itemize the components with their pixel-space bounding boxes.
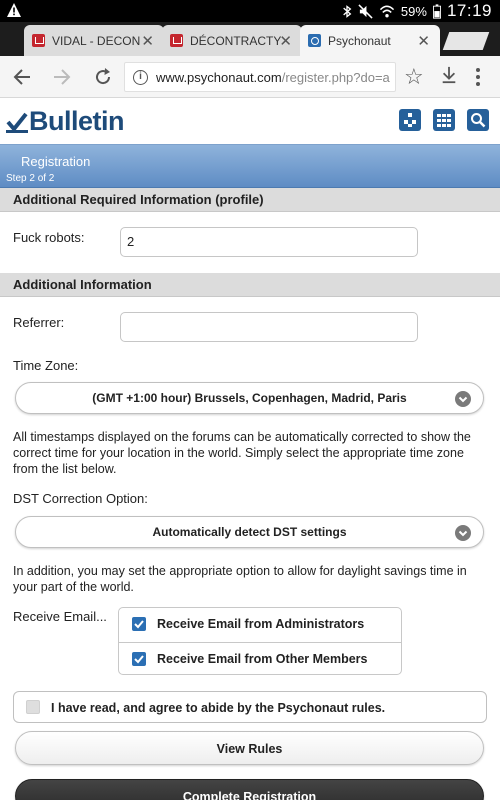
referrer-input[interactable] xyxy=(120,312,418,342)
checkbox-unchecked-icon[interactable] xyxy=(26,700,40,714)
check-logo-icon xyxy=(6,112,28,133)
browser-tab-decontracty[interactable]: DÉCONTRACTY ✕ xyxy=(162,25,302,56)
section-header-additional: Additional Information xyxy=(0,273,500,297)
battery-icon xyxy=(432,3,441,19)
browser-tab-psychonaut[interactable]: Psychonaut ✕ xyxy=(300,25,440,56)
bluetooth-icon xyxy=(343,4,352,18)
status-bar: 59% 17:19 xyxy=(0,0,500,22)
clock: 17:19 xyxy=(446,1,492,20)
email-members-label: Receive Email from Other Members xyxy=(157,652,368,666)
chevron-down-icon xyxy=(455,391,471,407)
psychonaut-favicon-icon xyxy=(308,34,321,47)
vidal-favicon-icon xyxy=(32,34,45,47)
url-host: www.psychonaut.com xyxy=(156,69,282,85)
reload-icon[interactable] xyxy=(93,67,113,87)
browser-tab-vidal[interactable]: VIDAL - DECON ✕ xyxy=(24,25,164,56)
grid-menu-icon[interactable] xyxy=(433,109,455,131)
address-bar[interactable]: i www.psychonaut.com/register.php?do=a xyxy=(124,62,396,92)
referrer-label: Referrer: xyxy=(13,315,65,330)
navigation-icon[interactable] xyxy=(399,109,421,131)
agree-rules-label: I have read, and agree to abide by the P… xyxy=(51,701,386,715)
timezone-label: Time Zone: xyxy=(13,358,79,373)
dst-label: DST Correction Option: xyxy=(13,491,148,506)
site-info-icon[interactable]: i xyxy=(133,69,148,85)
bookmark-star-icon[interactable]: ☆ xyxy=(404,64,424,90)
close-icon[interactable]: ✕ xyxy=(279,32,292,50)
new-tab-button[interactable] xyxy=(442,32,490,50)
email-label: Receive Email... xyxy=(13,609,107,624)
chevron-down-icon xyxy=(455,525,471,541)
tab-strip: VIDAL - DECON ✕ DÉCONTRACTY ✕ Psychonaut… xyxy=(0,22,500,56)
dst-select[interactable]: Automatically detect DST settings xyxy=(15,516,484,548)
download-icon[interactable] xyxy=(440,64,458,86)
view-rules-button[interactable]: View Rules xyxy=(15,731,484,765)
close-icon[interactable]: ✕ xyxy=(141,32,154,50)
timezone-select[interactable]: (GMT +1:00 hour) Brussels, Copenhagen, M… xyxy=(15,382,484,414)
battery-percent: 59% xyxy=(400,3,427,19)
complete-registration-button[interactable]: Complete Registration xyxy=(15,779,484,800)
tab-title: VIDAL - DECON xyxy=(52,33,141,48)
overflow-menu-icon[interactable] xyxy=(476,68,480,89)
section-header-required: Additional Required Information (profile… xyxy=(0,188,500,212)
tab-title: DÉCONTRACTY xyxy=(190,33,282,48)
close-icon[interactable]: ✕ xyxy=(417,32,430,50)
robots-label: Fuck robots: xyxy=(13,230,85,245)
page-title: Registration xyxy=(21,154,91,169)
url-path: /register.php?do=a xyxy=(281,69,390,85)
mute-icon xyxy=(358,3,373,19)
email-options-group: Receive Email from Administrators Receiv… xyxy=(118,607,402,675)
dst-value: Automatically detect DST settings xyxy=(152,525,347,539)
email-members-option[interactable]: Receive Email from Other Members xyxy=(119,642,401,675)
search-icon[interactable] xyxy=(467,109,489,131)
robots-input[interactable]: 2 xyxy=(120,227,418,257)
site-header: Bulletin xyxy=(0,98,500,144)
registration-banner: Registration Step 2 of 2 xyxy=(0,144,500,188)
browser-toolbar: i www.psychonaut.com/register.php?do=a ☆ xyxy=(0,56,500,98)
checkbox-checked-icon[interactable] xyxy=(132,652,146,666)
agree-rules-option[interactable]: I have read, and agree to abide by the P… xyxy=(13,691,487,723)
warning-icon xyxy=(7,3,21,17)
wifi-icon xyxy=(379,5,395,17)
vbulletin-logo[interactable]: Bulletin xyxy=(6,106,125,137)
email-admin-option[interactable]: Receive Email from Administrators xyxy=(119,608,401,641)
step-indicator: Step 2 of 2 xyxy=(6,173,55,184)
tab-title: Psychonaut xyxy=(328,33,391,48)
timezone-help-text: All timestamps displayed on the forums c… xyxy=(13,430,471,476)
back-arrow-icon[interactable] xyxy=(12,67,32,87)
vidal-favicon-icon xyxy=(170,34,183,47)
forward-arrow-icon[interactable] xyxy=(52,67,72,87)
email-admin-label: Receive Email from Administrators xyxy=(157,617,365,631)
dst-help-text: In addition, you may set the appropriate… xyxy=(13,564,467,594)
logo-text: Bulletin xyxy=(29,106,125,136)
timezone-value: (GMT +1:00 hour) Brussels, Copenhagen, M… xyxy=(92,391,407,405)
checkbox-checked-icon[interactable] xyxy=(132,617,146,631)
